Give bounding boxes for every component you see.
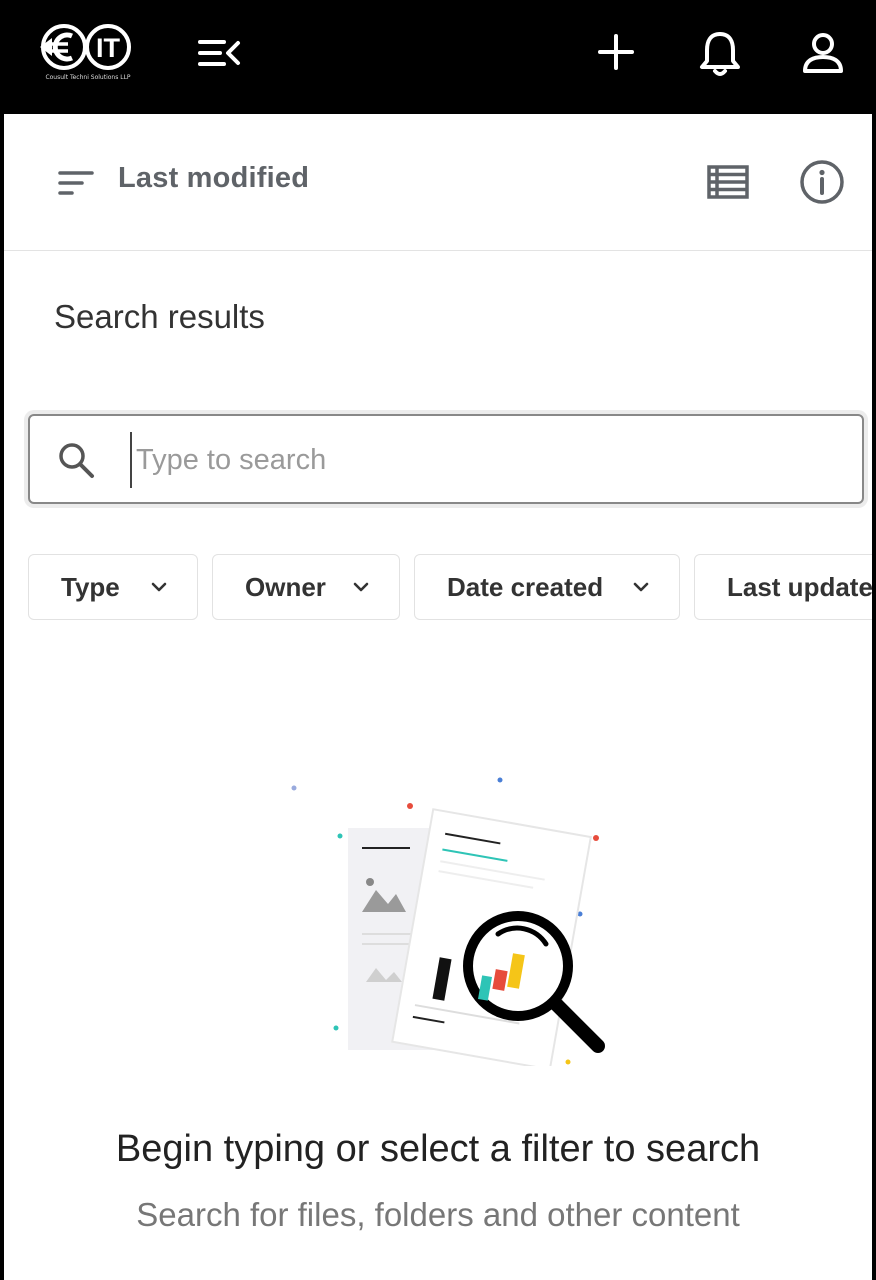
main-content: Last modified Search results Type to sea… <box>4 114 872 1280</box>
chevron-down-icon <box>353 582 369 592</box>
search-input[interactable] <box>130 432 838 488</box>
empty-state-subtitle: Search for files, folders and other cont… <box>136 1196 740 1233</box>
list-view-icon[interactable] <box>706 162 750 202</box>
top-app-bar: IT Cousult Techni Solutions LLP <box>0 0 876 114</box>
search-box[interactable] <box>28 414 864 504</box>
sort-toolbar: Last modified <box>4 114 872 251</box>
page-title: Search results <box>54 298 265 335</box>
sort-icon[interactable] <box>56 166 96 200</box>
app-screen: IT Cousult Techni Solutions LLP Last mod… <box>0 0 876 1280</box>
empty-state-title: Begin typing or select a filter to searc… <box>115 1128 761 1170</box>
filter-chip-type[interactable]: Type <box>28 554 198 620</box>
company-logo[interactable]: IT Cousult Techni Solutions LLP <box>36 22 140 84</box>
logo-mark: IT <box>40 24 131 70</box>
bell-icon[interactable] <box>696 28 744 78</box>
search-icon <box>56 440 96 480</box>
filter-chip-label: Type <box>61 571 120 602</box>
info-icon[interactable] <box>798 158 846 206</box>
filter-chip-last-updated[interactable]: Last updated <box>694 554 872 620</box>
filter-chip-date-created[interactable]: Date created <box>414 554 680 620</box>
chevron-down-icon <box>151 582 167 592</box>
user-icon[interactable] <box>800 30 846 76</box>
filter-chip-label: Owner <box>245 571 326 602</box>
filter-chip-label: Last updated <box>727 571 872 602</box>
empty-search-illustration <box>284 766 624 1071</box>
chevron-down-icon <box>633 582 649 592</box>
svg-text:IT: IT <box>96 33 121 63</box>
logo-tagline: Cousult Techni Solutions LLP <box>45 74 131 81</box>
filter-chip-label: Date created <box>447 571 604 602</box>
filter-chip-owner[interactable]: Owner <box>212 554 400 620</box>
menu-collapse-icon[interactable] <box>196 33 244 73</box>
add-icon[interactable] <box>594 30 638 74</box>
filter-chips: Type Owner Date created Last updated <box>28 554 872 620</box>
sort-label[interactable]: Last modified <box>118 162 309 195</box>
